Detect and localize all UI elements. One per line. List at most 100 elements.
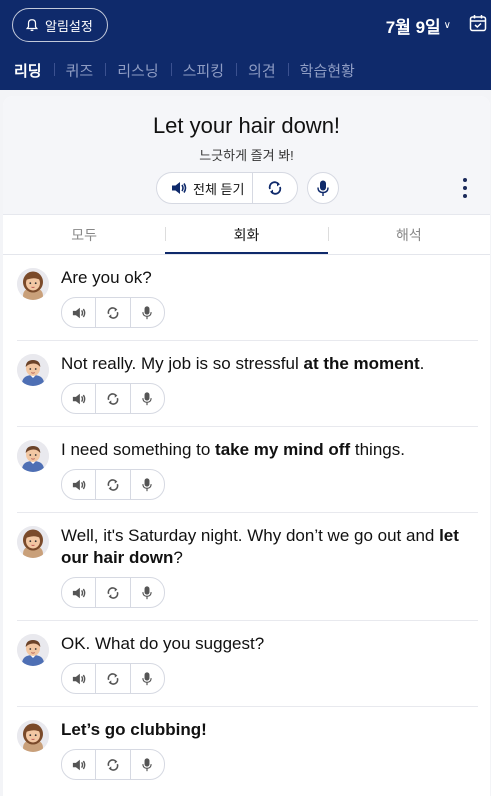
content-area: Let your hair down! 느긋하게 즐겨 봐! 전체 듣기 모두 … (0, 90, 491, 796)
segment-tabs: 모두 회화 해석 (3, 215, 490, 255)
top-bar: 알림설정 7월 9일 ∨ (0, 0, 491, 50)
dialog-item: Let’s go clubbing! (17, 707, 478, 792)
dialog-list: Are you ok? Not really. My job is so stre… (3, 255, 490, 792)
record-line-button[interactable] (129, 298, 164, 327)
repeat-line-button[interactable] (95, 470, 129, 499)
play-line-button[interactable] (62, 750, 95, 779)
avatar-male (17, 634, 49, 666)
calendar-icon[interactable] (469, 14, 487, 32)
repeat-line-button[interactable] (95, 664, 129, 693)
nav-tab-listening[interactable]: 리스닝 (105, 60, 170, 81)
segment-tab-all[interactable]: 모두 (3, 215, 165, 254)
dialog-item: Are you ok? (17, 255, 478, 341)
segment-divider (165, 227, 166, 241)
dialog-item: Well, it's Saturday night. Why don’t we … (17, 513, 478, 621)
lesson-title: Let your hair down! (152, 113, 341, 138)
speaker-icon (72, 479, 86, 490)
avatar-female (17, 526, 49, 558)
record-button[interactable] (307, 172, 339, 204)
bell-icon (25, 19, 39, 32)
repeat-line-button[interactable] (95, 384, 129, 413)
dialog-item: I need something to take my mind off thi… (17, 427, 478, 513)
nav-tab-quiz[interactable]: 퀴즈 (53, 60, 106, 81)
dialog-button-group (61, 469, 165, 500)
play-line-button[interactable] (62, 578, 95, 607)
play-line-button[interactable] (62, 470, 95, 499)
dialog-line: I need something to take my mind off thi… (61, 439, 478, 461)
dialog-item: OK. What do you suggest? (17, 621, 478, 707)
repeat-icon (107, 586, 119, 599)
dialog-line-highlight: at the moment (303, 354, 420, 373)
alarm-settings-button[interactable]: 알림설정 (12, 8, 108, 42)
dialog-line-highlight: take my mind off (215, 440, 351, 459)
dialog-line-text: OK. What do you suggest? (61, 634, 265, 653)
avatar-female (17, 268, 49, 300)
segment-divider (328, 227, 329, 241)
play-line-button[interactable] (62, 664, 95, 693)
repeat-icon (107, 306, 119, 319)
dialog-line: Let’s go clubbing! (61, 719, 478, 741)
dialog-line-text: Not really. My job is so stressful (61, 354, 304, 373)
lesson-controls: 전체 듣기 (3, 172, 490, 204)
repeat-all-button[interactable] (253, 173, 297, 203)
dialog-button-group (61, 297, 165, 328)
speaker-icon (72, 307, 86, 318)
dialog-line: Not really. My job is so stressful at th… (61, 353, 478, 375)
repeat-line-button[interactable] (95, 298, 129, 327)
segment-tab-conversation[interactable]: 회화 (165, 215, 328, 254)
mic-icon (142, 757, 153, 771)
mic-icon (142, 585, 153, 599)
lesson-subtitle: 느긋하게 즐겨 봐! (199, 148, 294, 163)
lesson-header: Let your hair down! 느긋하게 즐겨 봐! 전체 듣기 (3, 96, 490, 215)
nav-tab-reading[interactable]: 리딩 (14, 60, 54, 81)
repeat-icon (269, 181, 282, 195)
speaker-icon (72, 393, 86, 404)
dialog-line: OK. What do you suggest? (61, 633, 478, 655)
speaker-icon (72, 673, 86, 684)
chevron-down-icon: ∨ (443, 20, 451, 31)
dialog-item: Not really. My job is so stressful at th… (17, 341, 478, 427)
dialog-button-group (61, 663, 165, 694)
dialog-line: Are you ok? (61, 267, 478, 289)
record-line-button[interactable] (129, 578, 164, 607)
speaker-icon (72, 759, 86, 770)
nav-tab-progress[interactable]: 학습현황 (287, 60, 367, 81)
segment-tab-translation[interactable]: 해석 (328, 215, 490, 254)
dialog-line-text: things. (350, 440, 405, 459)
date-selector[interactable]: 7월 9일 ∨ (386, 13, 451, 38)
record-line-button[interactable] (129, 750, 164, 779)
mic-icon (317, 180, 329, 196)
main-nav: 리딩 퀴즈 리스닝 스피킹 의견 학습현황 (0, 50, 491, 90)
speaker-icon (72, 587, 86, 598)
play-line-button[interactable] (62, 384, 95, 413)
record-line-button[interactable] (129, 384, 164, 413)
listen-all-button[interactable]: 전체 듣기 (157, 173, 254, 203)
mic-icon (142, 305, 153, 319)
dialog-button-group (61, 577, 165, 608)
date-label: 7월 9일 (385, 18, 441, 37)
dialog-line-highlight: Let’s go clubbing! (61, 720, 207, 739)
record-line-button[interactable] (129, 470, 164, 499)
play-line-button[interactable] (62, 298, 95, 327)
mic-icon (142, 477, 153, 491)
lesson-card: Let your hair down! 느긋하게 즐겨 봐! 전체 듣기 모두 … (3, 96, 490, 796)
nav-tab-speaking[interactable]: 스피킹 (170, 60, 236, 81)
dialog-line-text: Are you ok? (61, 268, 152, 287)
repeat-line-button[interactable] (95, 750, 129, 779)
dialog-line: Well, it's Saturday night. Why don’t we … (61, 525, 478, 569)
dialog-button-group (61, 383, 165, 414)
avatar-male (17, 354, 49, 386)
avatar-female (17, 720, 49, 752)
mic-icon (142, 671, 153, 685)
repeat-icon (107, 392, 119, 405)
repeat-icon (107, 672, 119, 685)
more-vertical-icon[interactable] (462, 178, 468, 198)
dialog-line-text: I need something to (61, 440, 216, 459)
record-line-button[interactable] (129, 664, 164, 693)
repeat-line-button[interactable] (95, 578, 129, 607)
nav-tab-opinion[interactable]: 의견 (236, 60, 288, 81)
dialog-line-text: Well, it's Saturday night. Why don’t we … (61, 526, 440, 545)
listen-all-label: 전체 듣기 (193, 181, 245, 197)
repeat-icon (107, 478, 119, 491)
alarm-settings-label: 알림설정 (45, 18, 93, 34)
